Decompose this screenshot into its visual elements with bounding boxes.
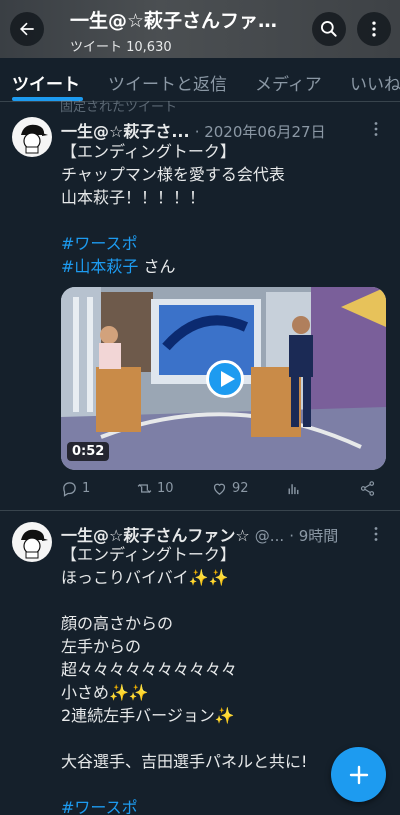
tweet-line bbox=[61, 589, 381, 612]
search-icon bbox=[321, 21, 337, 37]
tweet-line: チャップマン様を愛する会代表 bbox=[61, 165, 285, 184]
video-duration: 0:52 bbox=[67, 442, 110, 461]
tweet-line: 超々々々々々々々々々々 bbox=[61, 660, 238, 679]
like-count: 92 bbox=[232, 481, 249, 496]
share-button[interactable] bbox=[359, 480, 380, 497]
retweet-button[interactable]: 10 bbox=[136, 480, 174, 497]
more-options-button[interactable] bbox=[357, 12, 391, 46]
hashtag-link[interactable]: #山本萩子 bbox=[61, 257, 138, 276]
tweet-count: ツイート 10,630 bbox=[70, 40, 172, 55]
profile-title: 一生@☆萩子さんファ… bbox=[70, 10, 278, 32]
tweet-line: さん bbox=[138, 257, 176, 276]
tweet-line: 2連続左手バージョン✨ bbox=[61, 706, 235, 725]
more-vertical-icon bbox=[372, 21, 376, 37]
analytics-button[interactable] bbox=[285, 480, 306, 497]
like-icon bbox=[213, 483, 226, 495]
hashtag-link[interactable]: #ワースポ bbox=[61, 232, 381, 255]
more-vertical-icon[interactable] bbox=[368, 526, 384, 542]
back-arrow-icon bbox=[20, 22, 34, 36]
reply-button[interactable]: 1 bbox=[61, 480, 90, 497]
like-button[interactable]: 92 bbox=[211, 480, 249, 497]
tweet-line: 【エンディングトーク】 bbox=[61, 545, 236, 564]
tweet-line bbox=[61, 727, 381, 750]
avatar[interactable] bbox=[12, 117, 52, 157]
tweet-text: 【エンディングトーク】 チャップマン様を愛する会代表 山本萩子！！！！！ #ワー… bbox=[61, 140, 381, 278]
tab-media[interactable]: メディア bbox=[255, 70, 322, 95]
compose-plus-icon bbox=[349, 765, 368, 784]
profile-header: 一生@☆萩子さんファ… ツイート 10,630 bbox=[0, 0, 400, 58]
more-vertical-icon[interactable] bbox=[368, 121, 384, 137]
tweet-line: 小さめ✨✨ bbox=[61, 683, 149, 702]
tab-tweets-and-replies[interactable]: ツイートと返信 bbox=[108, 70, 227, 95]
retweet-count: 10 bbox=[157, 481, 174, 496]
hashtag-link[interactable]: #ワースポ bbox=[61, 796, 381, 815]
tweet-line: 顔の高さからの bbox=[61, 614, 174, 633]
search-button[interactable] bbox=[312, 12, 346, 46]
display-name[interactable]: 一生@☆萩子さ... bbox=[61, 122, 190, 141]
tweet-date[interactable]: · 2020年06月27日 bbox=[195, 123, 326, 141]
tweet-line: 【エンディングトーク】 bbox=[61, 142, 236, 161]
video-player[interactable]: 0:52 bbox=[61, 287, 386, 470]
tweet-line bbox=[61, 209, 381, 232]
play-icon[interactable] bbox=[206, 360, 244, 398]
avatar[interactable] bbox=[12, 522, 52, 562]
retweet-icon bbox=[137, 484, 152, 493]
tweet-line: 左手からの bbox=[61, 637, 142, 656]
pinned-label: 固定されたツイート bbox=[60, 100, 178, 115]
reply-count: 1 bbox=[82, 481, 91, 496]
back-button[interactable] bbox=[10, 12, 44, 46]
share-icon bbox=[360, 481, 375, 496]
analytics-icon bbox=[288, 484, 299, 495]
tweet-actions: 1 10 92 bbox=[61, 480, 381, 502]
tab-tweets[interactable]: ツイート bbox=[12, 70, 80, 95]
tweet-divider bbox=[0, 510, 400, 511]
tab-likes[interactable]: いいね bbox=[350, 70, 400, 95]
compose-tweet-button[interactable] bbox=[331, 747, 386, 802]
reply-icon bbox=[63, 482, 76, 497]
tweet-line: ほっこりバイバイ✨✨ bbox=[61, 568, 229, 587]
tweet-line: 山本萩子！！！！！ bbox=[61, 188, 206, 207]
